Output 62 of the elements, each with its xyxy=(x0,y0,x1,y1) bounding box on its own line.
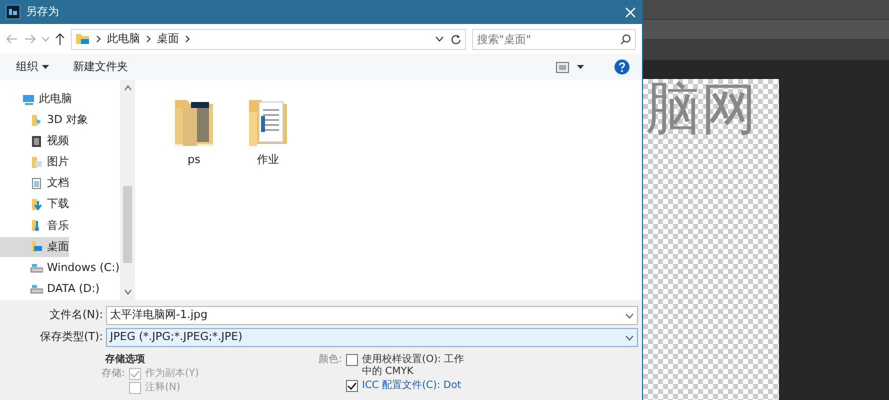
option-label: ICC 配置文件(C): Dot xyxy=(362,380,462,392)
option-label: 使用校样设置(O): 工作中的 CMYK xyxy=(362,354,466,378)
pictures-icon xyxy=(30,156,43,170)
file-item[interactable]: ps xyxy=(173,94,215,168)
up-icon[interactable] xyxy=(55,33,65,45)
dropdown-icon[interactable] xyxy=(625,312,634,318)
scrollbar-thumb[interactable] xyxy=(123,186,132,263)
drive-icon xyxy=(30,282,43,296)
video-icon xyxy=(30,134,43,148)
search-icon xyxy=(620,34,631,44)
option-label: 注释(N) xyxy=(145,382,180,394)
sidebar-item[interactable]: 此电脑 xyxy=(0,89,72,110)
sidebar-item[interactable]: 文档 xyxy=(0,173,69,194)
search-field[interactable]: 搜索"桌面" xyxy=(472,28,636,50)
scrollbar[interactable] xyxy=(120,80,135,300)
sidebar-item[interactable]: 音乐 xyxy=(0,216,69,236)
checkbox[interactable] xyxy=(346,354,358,366)
address-field[interactable]: 此电脑 桌面 xyxy=(71,28,466,50)
breadcrumb[interactable]: 桌面 xyxy=(157,30,179,48)
caret-icon xyxy=(42,65,49,69)
option-label: 颜色: xyxy=(318,354,342,366)
sidebar-item[interactable]: DATA (D:) xyxy=(0,278,100,300)
chevron-icon[interactable] xyxy=(185,35,190,43)
app-icon xyxy=(6,5,20,19)
sidebar-item[interactable]: 3D 对象 xyxy=(0,110,88,131)
dropdown-icon[interactable] xyxy=(625,334,634,340)
organize-button[interactable]: 组织 xyxy=(16,58,49,76)
sidebar-item[interactable]: Windows (C:) xyxy=(0,258,120,278)
filename-field[interactable]: 太平洋电脑网-1.jpg xyxy=(106,306,638,325)
checkbox[interactable] xyxy=(346,380,358,392)
dropdown-icon[interactable] xyxy=(435,36,444,42)
file-type-dropdown[interactable]: JPEG (*.JPG;*.JPEG;*.JPE) xyxy=(106,328,638,347)
chevron-icon[interactable] xyxy=(146,35,151,43)
desktop-icon xyxy=(30,240,43,254)
documents-icon xyxy=(30,177,43,190)
pc-icon xyxy=(22,92,35,106)
scroll-up-icon[interactable] xyxy=(124,85,132,91)
field-label: 文件名(N): xyxy=(48,307,104,324)
refresh-icon[interactable] xyxy=(450,34,461,44)
objects-icon xyxy=(30,114,43,127)
option-label: 作为副本(Y) xyxy=(145,368,199,380)
sidebar-item[interactable]: 下载 xyxy=(0,194,69,215)
drive-icon xyxy=(30,262,43,274)
help-icon[interactable] xyxy=(614,59,630,75)
sidebar-item[interactable]: 图片 xyxy=(0,152,69,173)
close-icon[interactable] xyxy=(625,6,636,18)
option-label: 存储: xyxy=(100,368,125,380)
new-folder-button[interactable]: 新建文件夹 xyxy=(73,58,128,76)
breadcrumb[interactable]: 此电脑 xyxy=(107,30,140,48)
sidebar-item[interactable]: 视频 xyxy=(0,131,69,152)
view-icon[interactable] xyxy=(556,62,569,72)
scroll-down-icon[interactable] xyxy=(124,289,132,295)
caret-icon[interactable] xyxy=(577,65,584,69)
file-item[interactable]: 作业 xyxy=(247,94,289,168)
sidebar-item[interactable]: 桌面 xyxy=(0,236,69,258)
options-heading: 存储选项 xyxy=(105,354,145,366)
downloads-icon xyxy=(30,198,43,212)
folder-icon xyxy=(76,33,90,45)
field-label: 保存类型(T): xyxy=(38,329,104,346)
window-title: 另存为 xyxy=(26,4,60,20)
chevron-icon[interactable] xyxy=(96,35,101,43)
canvas-text: 脑网 xyxy=(645,79,757,141)
